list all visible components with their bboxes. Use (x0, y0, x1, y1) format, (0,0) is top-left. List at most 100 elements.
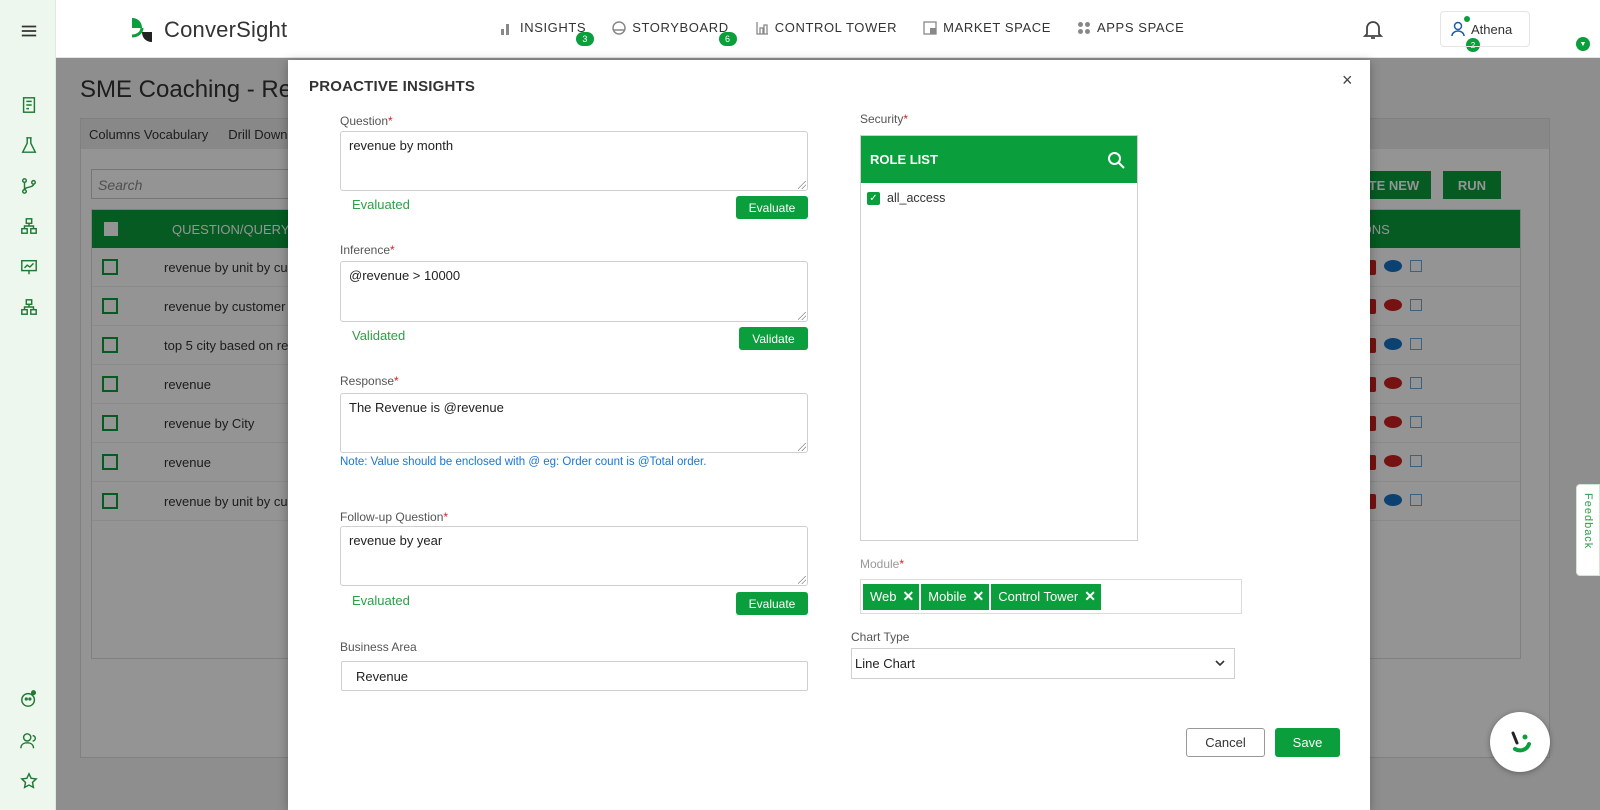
nav-label: APPS SPACE (1097, 20, 1185, 35)
chart-type-select[interactable]: Line Chart (851, 648, 1235, 679)
logo-mark-icon (131, 18, 152, 42)
followup-textarea[interactable]: revenue by year (340, 526, 808, 586)
response-value: The Revenue is @revenue (349, 400, 504, 415)
response-label: Response* (340, 374, 399, 388)
user-name: Athena (1471, 21, 1513, 37)
presentation-chart-icon[interactable] (18, 256, 40, 278)
search-icon[interactable] (1107, 151, 1125, 169)
business-area-label: Business Area (340, 640, 417, 654)
inference-value: @revenue > 10000 (349, 268, 461, 283)
chatbot-launcher[interactable] (1490, 712, 1550, 772)
user-icon (1451, 21, 1465, 37)
users-icon[interactable] (18, 730, 40, 752)
required-mark: * (388, 114, 393, 128)
nav-label: INSIGHTS (520, 20, 587, 35)
left-rail (0, 0, 56, 810)
document-list-icon[interactable] (18, 94, 40, 116)
insights-badge: 3 (576, 32, 595, 46)
question-textarea[interactable]: revenue by month (340, 131, 808, 191)
conversight-logo[interactable]: ConverSight (126, 14, 287, 46)
module-chip-web: Web ✕ (863, 583, 920, 610)
git-branch-icon[interactable] (18, 175, 40, 197)
nav-market-space[interactable]: MARKET SPACE (923, 20, 1051, 35)
storyboard-badge: 6 (718, 32, 737, 46)
required-mark: * (390, 243, 395, 257)
nav-control-tower[interactable]: CONTROL TOWER (755, 20, 897, 35)
star-icon[interactable] (18, 770, 40, 792)
chip-label: Web (870, 589, 897, 604)
module-label-text: Module (860, 557, 900, 571)
resize-grip-icon[interactable] (798, 312, 806, 320)
bar-chart-icon (500, 21, 514, 35)
assistant-bot-icon[interactable] (18, 688, 40, 710)
question-evaluate-button[interactable]: Evaluate (736, 196, 808, 219)
chatbot-icon (1511, 731, 1531, 753)
remove-chip-icon[interactable]: ✕ (1084, 588, 1096, 605)
proactive-insights-modal: PROACTIVE INSIGHTS × Question* revenue b… (288, 60, 1370, 810)
org-structure-icon[interactable] (18, 296, 40, 318)
role-name: all_access (887, 191, 946, 205)
logo-text: ConverSight (164, 17, 288, 42)
feedback-label: Feedback (1582, 493, 1594, 550)
followup-value: revenue by year (349, 533, 443, 548)
question-label-text: Question (340, 114, 389, 128)
role-list-title: ROLE LIST (870, 152, 938, 167)
question-status: Evaluated (352, 197, 410, 212)
role-item-all-access[interactable]: ✓ all_access (861, 183, 1137, 205)
followup-status: Evaluated (352, 593, 410, 608)
followup-label: Follow-up Question* (340, 510, 448, 524)
nav-label: STORYBOARD (632, 20, 729, 35)
chart-type-label: Chart Type (851, 630, 910, 644)
feedback-tab[interactable]: Feedback (1576, 484, 1600, 576)
user-dropdown-caret-icon[interactable]: ▼ (1576, 37, 1590, 51)
remove-chip-icon[interactable]: ✕ (903, 588, 915, 605)
response-textarea[interactable]: The Revenue is @revenue (340, 393, 808, 453)
required-mark: * (899, 557, 905, 571)
inference-validate-button[interactable]: Validate (739, 327, 808, 350)
notification-bell-icon[interactable] (1362, 18, 1384, 40)
response-note: Note: Value should be enclosed with @ eg… (340, 456, 707, 468)
market-icon (923, 20, 937, 35)
nav-label: MARKET SPACE (943, 20, 1052, 35)
inference-label-text: Inference (340, 243, 391, 257)
main-nav: INSIGHTS 3 STORYBOARD 6 CONTROL TOWER MA… (500, 20, 1210, 46)
hamburger-menu-icon[interactable] (18, 20, 40, 42)
chevron-down-icon (1215, 660, 1225, 667)
security-label: Security* (860, 112, 908, 126)
close-icon[interactable]: × (1342, 70, 1353, 91)
inference-label: Inference* (340, 243, 395, 257)
question-label: Question* (340, 114, 393, 128)
nav-insights[interactable]: INSIGHTS 3 (500, 20, 595, 46)
required-mark: * (903, 112, 909, 126)
followup-evaluate-button[interactable]: Evaluate (736, 592, 808, 615)
save-button[interactable]: Save (1275, 728, 1340, 757)
module-label: Module* (860, 557, 904, 571)
role-list-panel: ROLE LIST ✓ all_access (860, 135, 1138, 541)
remove-chip-icon[interactable]: ✕ (973, 588, 985, 605)
module-chip-control-tower: Control Tower ✕ (991, 583, 1101, 610)
role-list-header: ROLE LIST (861, 136, 1137, 183)
nav-apps-space[interactable]: APPS SPACE (1077, 20, 1184, 35)
required-mark: * (394, 374, 399, 388)
resize-grip-icon[interactable] (798, 576, 806, 584)
business-area-input[interactable]: Revenue (341, 661, 808, 691)
nav-label: CONTROL TOWER (774, 20, 898, 35)
user-menu[interactable]: Athena (1440, 11, 1530, 47)
module-chip-mobile: Mobile ✕ (921, 583, 990, 610)
inference-textarea[interactable]: @revenue > 10000 (340, 261, 808, 322)
flask-icon[interactable] (18, 134, 40, 156)
resize-grip-icon[interactable] (798, 443, 806, 451)
cancel-button[interactable]: Cancel (1186, 728, 1265, 757)
resize-grip-icon[interactable] (798, 181, 806, 189)
question-value: revenue by month (349, 138, 454, 153)
checked-checkbox-icon[interactable]: ✓ (867, 191, 880, 205)
storyboard-icon (612, 20, 626, 35)
chart-type-value: Line Chart (855, 656, 915, 671)
hierarchy-icon[interactable] (18, 215, 40, 237)
security-label-text: Security (860, 112, 904, 126)
module-multiselect[interactable]: Web ✕ Mobile ✕ Control Tower ✕ (860, 579, 1242, 614)
followup-label-text: Follow-up Question (340, 510, 444, 524)
modal-title: PROACTIVE INSIGHTS (309, 78, 476, 95)
nav-storyboard[interactable]: STORYBOARD 6 (612, 20, 737, 46)
response-label-text: Response (340, 374, 395, 388)
